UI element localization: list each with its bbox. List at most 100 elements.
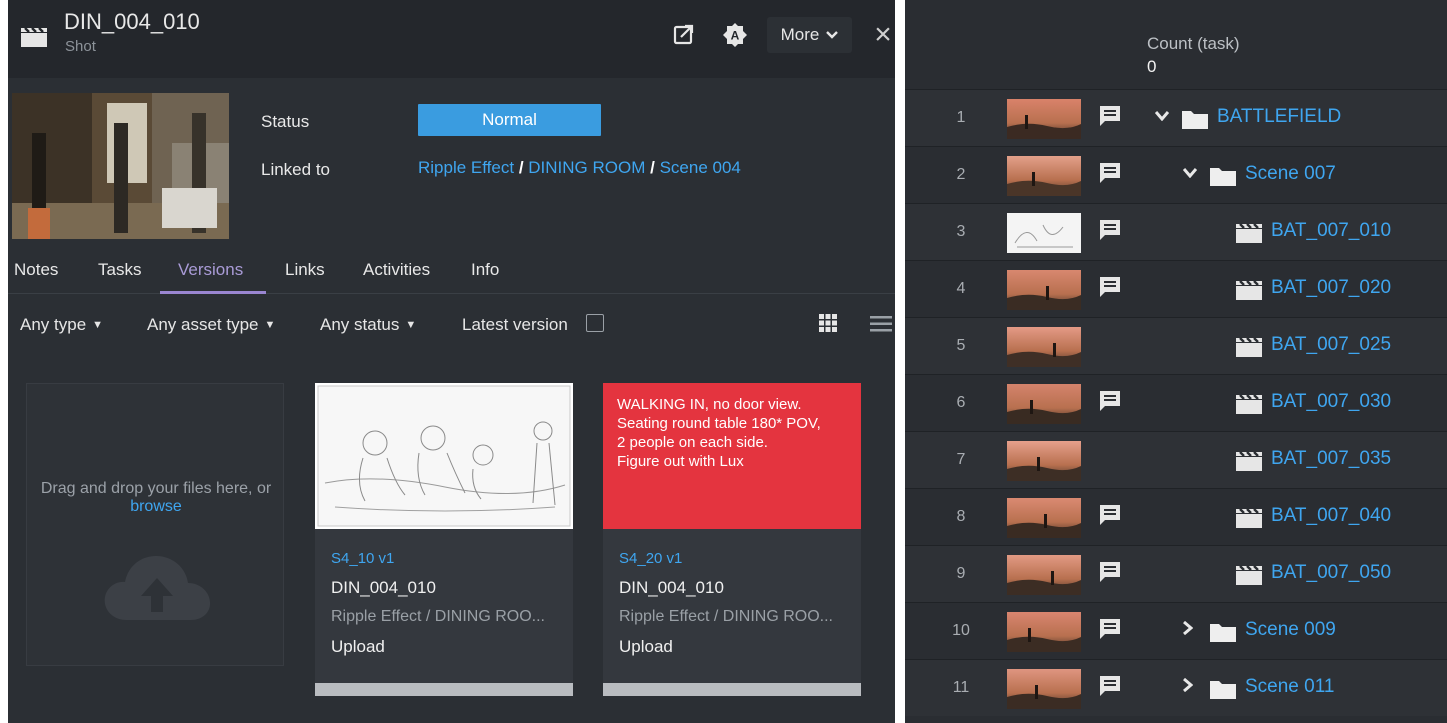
tree-item-link[interactable]: BAT_007_030 [1271,391,1391,413]
tree-row[interactable]: 7 BAT_007_035 [905,431,1447,488]
detail-tabs: Notes Tasks Versions Links Activities In… [8,250,895,294]
panel-header: DIN_004_010 Shot A More × [8,0,895,78]
clapperboard-icon [1235,279,1263,306]
version-path: Ripple Effect / DINING ROO... [331,608,545,625]
chevron-right-icon[interactable] [1183,677,1194,695]
count-column-total: 0 [1147,57,1157,76]
upload-dropzone[interactable]: Drag and drop your files here, or browse [26,383,284,666]
row-number: 1 [956,109,966,126]
chevron-down-icon: ▼ [264,319,276,331]
note-icon[interactable] [1098,104,1122,133]
list-view-icon[interactable] [870,315,892,333]
clapperboard-icon [1235,564,1263,591]
version-path: Ripple Effect / DINING ROO... [619,608,833,625]
note-icon[interactable] [1098,674,1122,703]
tree-row[interactable]: 4 BAT_007_020 [905,260,1447,317]
row-number: 7 [956,451,966,468]
browse-link[interactable]: browse [130,498,182,515]
version-name-link[interactable]: S4_20 v1 [619,550,682,567]
breadcrumb-separator: / [650,158,655,177]
tree-row[interactable]: 5 BAT_007_025 [905,317,1447,374]
breadcrumb-separator: / [518,158,524,177]
status-filter[interactable]: Any status ▼ [320,315,416,335]
tree-row[interactable]: 10 Scene 009 [905,602,1447,659]
chevron-down-icon: ▼ [92,319,104,331]
version-card[interactable]: S4_10 v1 DIN_004_010 Ripple Effect / DIN… [315,383,573,696]
note-line: 2 people on each side. [617,434,768,451]
note-icon[interactable] [1098,161,1122,190]
tree-row[interactable]: 11 Scene 011 [905,659,1447,716]
tree-row[interactable]: 2 Scene 007 [905,146,1447,203]
note-line: Figure out with Lux [617,453,744,470]
status-dropdown[interactable]: Normal [418,104,601,136]
row-number: 5 [956,337,966,354]
asset-type-filter[interactable]: Any asset type ▼ [147,315,275,335]
tree-item-link[interactable]: Scene 011 [1245,676,1334,698]
open-external-button[interactable] [668,17,700,53]
row-thumbnail [1007,498,1081,538]
tab-versions[interactable]: Versions [178,260,243,280]
chevron-right-icon[interactable] [1183,620,1194,638]
type-filter[interactable]: Any type ▼ [20,315,103,335]
version-name-link[interactable]: S4_10 v1 [331,550,394,567]
tree-item-link[interactable]: BAT_007_035 [1271,448,1391,470]
tab-notes[interactable]: Notes [14,260,58,280]
clapperboard-icon [1235,336,1263,363]
row-thumbnail [1007,384,1081,424]
row-number: 2 [956,166,966,183]
tree-row[interactable]: 9 BAT_007_050 [905,545,1447,602]
chevron-down-icon[interactable] [1154,108,1170,124]
breadcrumb-scene-link[interactable]: Scene 004 [660,158,741,177]
tree-item-link[interactable]: BATTLEFIELD [1217,106,1341,128]
note-icon[interactable] [1098,218,1122,247]
breadcrumb-sequence-link[interactable]: DINING ROOM [528,158,645,177]
note-icon[interactable] [1098,503,1122,532]
row-number: 11 [952,679,970,696]
row-number: 8 [956,508,966,525]
folder-icon [1209,678,1237,705]
clapperboard-icon [21,27,47,47]
note-icon[interactable] [1098,560,1122,589]
chevron-down-icon[interactable] [1182,165,1198,181]
assign-button[interactable]: A [718,17,752,53]
tree-item-link[interactable]: Scene 007 [1245,163,1336,185]
count-column-label[interactable]: Count (task) [1147,34,1240,54]
latest-version-checkbox[interactable] [586,314,604,332]
row-thumbnail [1007,441,1081,481]
tree-row[interactable]: 6 BAT_007_030 [905,374,1447,431]
row-number: 6 [956,394,966,411]
breadcrumb-project-link[interactable]: Ripple Effect [418,158,514,177]
tab-links[interactable]: Links [285,260,325,280]
type-filter-label: Any type [20,315,87,334]
version-card[interactable]: WALKING IN, no door view. Seating round … [603,383,861,696]
tree-item-link[interactable]: BAT_007_050 [1271,562,1391,584]
note-line: Seating round table 180* POV, [617,415,821,432]
chevron-down-icon: ▼ [405,319,417,331]
tree-item-link[interactable]: BAT_007_040 [1271,505,1391,527]
status-label: Status [261,112,310,131]
tree-row[interactable]: 3 BAT_007_010 [905,203,1447,260]
tree-row[interactable]: 8 BAT_007_040 [905,488,1447,545]
tree-item-link[interactable]: BAT_007_020 [1271,277,1391,299]
row-thumbnail [1007,327,1081,367]
dropzone-text: Drag and drop your files here, or browse [27,480,285,516]
more-button[interactable]: More [767,17,852,53]
note-icon[interactable] [1098,617,1122,646]
tree-item-link[interactable]: Scene 009 [1245,619,1336,641]
row-number: 3 [956,223,966,240]
svg-text:A: A [731,29,740,43]
tree-item-link[interactable]: BAT_007_010 [1271,220,1391,242]
grid-view-icon[interactable] [818,313,838,333]
row-thumbnail [1007,156,1081,196]
note-line: WALKING IN, no door view. [617,396,802,413]
tree-row[interactable]: 1 BATTLEFIELD [905,89,1447,146]
note-icon[interactable] [1098,389,1122,418]
folder-icon [1209,165,1237,192]
entity-type-label: Shot [65,38,96,55]
tab-info[interactable]: Info [471,260,499,280]
tree-item-link[interactable]: BAT_007_025 [1271,334,1391,356]
note-icon[interactable] [1098,275,1122,304]
close-button[interactable]: × [868,17,895,53]
tab-tasks[interactable]: Tasks [98,260,141,280]
tab-activities[interactable]: Activities [363,260,430,280]
